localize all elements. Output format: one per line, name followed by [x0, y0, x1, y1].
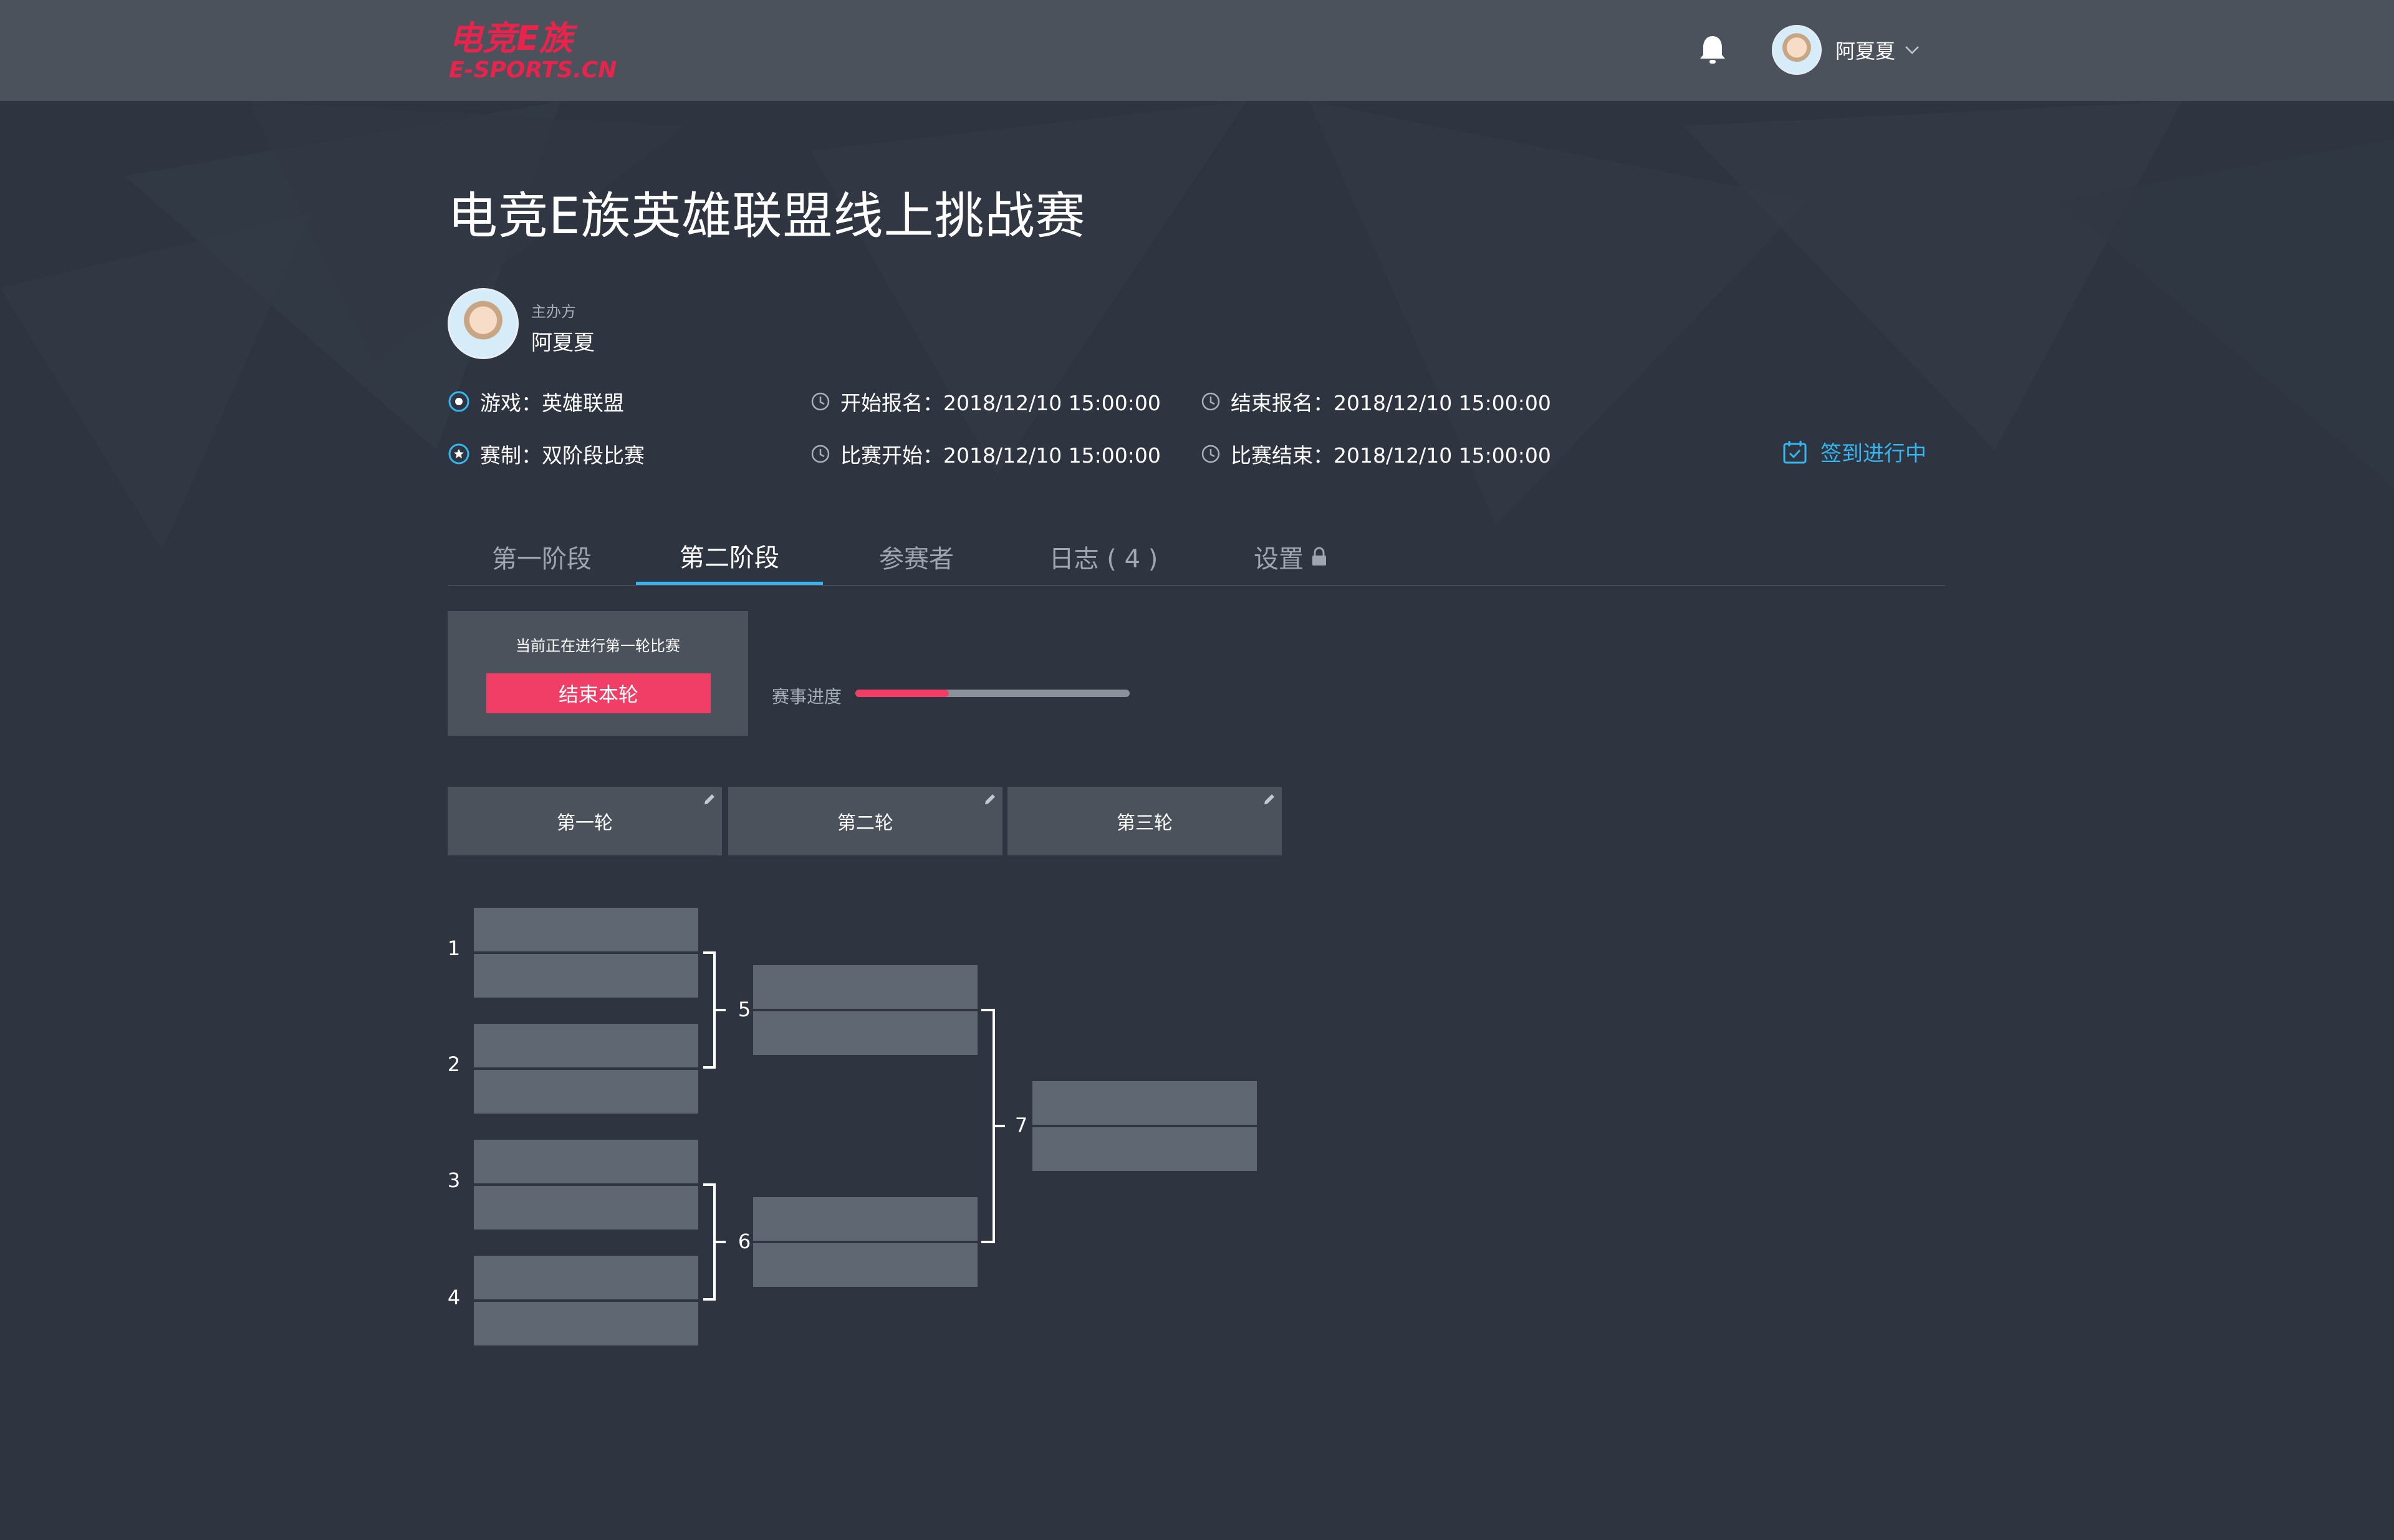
tab-stage-two[interactable]: 第二阶段: [636, 529, 823, 585]
pencil-icon[interactable]: [1262, 792, 1277, 807]
tab-settings[interactable]: 设置: [1197, 529, 1384, 585]
round-control-panel: 当前正在进行第一轮比赛 结束本轮: [448, 611, 748, 736]
format-info-text: 赛制：双阶段比赛: [480, 443, 645, 468]
svg-text:E-SPORTS.CN: E-SPORTS.CN: [449, 57, 617, 82]
chevron-down-icon[interactable]: [1904, 45, 1920, 55]
user-menu[interactable]: 阿夏夏: [1772, 24, 1920, 76]
round-header-3[interactable]: 第三轮: [1007, 787, 1282, 855]
team-slot[interactable]: [1032, 1127, 1257, 1171]
calendar-check-icon: [1783, 440, 1807, 463]
match-number: 4: [447, 1286, 461, 1309]
top-navigation-bar: 电竞E族 E-SPORTS.CN 阿夏夏: [0, 0, 2394, 101]
organizer-name: 阿夏夏: [531, 330, 595, 355]
match-number: 7: [1014, 1114, 1028, 1137]
organizer-avatar: [448, 288, 519, 359]
team-slot[interactable]: [753, 1197, 978, 1241]
team-slot[interactable]: [474, 908, 698, 951]
tab-settings-label: 设置: [1254, 545, 1304, 574]
match-number: 3: [447, 1168, 461, 1192]
site-logo[interactable]: 电竞E族 E-SPORTS.CN: [448, 17, 653, 82]
round-header-label: 第三轮: [1117, 812, 1173, 834]
team-slot[interactable]: [1032, 1081, 1257, 1125]
progress-label: 赛事进度: [772, 686, 842, 707]
tournament-progress-bar: [855, 690, 1130, 697]
registration-end-info: 结束报名：2018/12/10 15:00:00: [1201, 387, 1551, 416]
game-info: 游戏：英雄联盟: [448, 387, 624, 416]
pencil-icon[interactable]: [702, 792, 717, 807]
svg-text:电竞E族: 电竞E族: [449, 19, 579, 58]
registration-end-text: 结束报名：2018/12/10 15:00:00: [1231, 391, 1551, 415]
pencil-icon[interactable]: [983, 792, 998, 807]
match-end-text: 比赛结束：2018/12/10 15:00:00: [1231, 443, 1551, 468]
bracket-connectors: [703, 951, 1005, 1301]
team-slot[interactable]: [474, 1186, 698, 1230]
clock-icon: [811, 392, 830, 411]
end-round-button[interactable]: 结束本轮: [486, 673, 711, 713]
team-slot[interactable]: [753, 965, 978, 1009]
radio-target-icon: [448, 391, 469, 412]
clock-icon: [1201, 392, 1220, 411]
match-start-text: 比赛开始：2018/12/10 15:00:00: [840, 443, 1161, 468]
team-slot[interactable]: [753, 1243, 978, 1287]
round-header-label: 第二轮: [837, 812, 893, 834]
team-slot[interactable]: [474, 1070, 698, 1114]
match-number: 2: [447, 1052, 461, 1076]
clock-icon: [1201, 445, 1220, 463]
progress-fill: [855, 690, 949, 697]
current-round-text: 当前正在进行第一轮比赛: [516, 637, 680, 655]
team-slot[interactable]: [474, 954, 698, 998]
user-avatar[interactable]: [1772, 25, 1822, 75]
match-number: 1: [447, 936, 461, 960]
lock-icon: [1312, 547, 1326, 565]
stage-tabs: 第一阶段 第二阶段 参赛者 日志 ( 4 ) 设置: [448, 529, 1945, 586]
checkin-status-text[interactable]: 签到进行中: [1820, 436, 1926, 467]
registration-start-text: 开始报名：2018/12/10 15:00:00: [840, 391, 1161, 415]
team-slot[interactable]: [474, 1256, 698, 1299]
tournament-title: 电竞E族英雄联盟线上挑战赛: [448, 187, 1086, 245]
organizer-label: 主办方: [531, 303, 576, 320]
team-slot[interactable]: [474, 1302, 698, 1345]
checkin-status-link[interactable]: 签到进行中: [1782, 436, 1926, 467]
tab-logs[interactable]: 日志 ( 4 ): [1010, 529, 1197, 585]
round-header-1[interactable]: 第一轮: [448, 787, 722, 855]
bell-icon[interactable]: [1697, 34, 1728, 66]
registration-start-info: 开始报名：2018/12/10 15:00:00: [810, 387, 1161, 416]
game-info-text: 游戏：英雄联盟: [480, 391, 624, 415]
match-end-info: 比赛结束：2018/12/10 15:00:00: [1201, 439, 1551, 469]
format-info: 赛制：双阶段比赛: [448, 439, 645, 469]
match-start-info: 比赛开始：2018/12/10 15:00:00: [810, 439, 1161, 469]
team-slot[interactable]: [474, 1024, 698, 1067]
team-slot[interactable]: [474, 1140, 698, 1183]
round-header-2[interactable]: 第二轮: [728, 787, 1002, 855]
tab-participants[interactable]: 参赛者: [823, 529, 1010, 585]
user-name[interactable]: 阿夏夏: [1835, 36, 1895, 64]
team-slot[interactable]: [753, 1011, 978, 1055]
clock-icon: [811, 445, 830, 463]
round-header-label: 第一轮: [557, 812, 613, 834]
star-circle-icon: [448, 443, 469, 464]
tab-stage-one[interactable]: 第一阶段: [448, 529, 636, 585]
